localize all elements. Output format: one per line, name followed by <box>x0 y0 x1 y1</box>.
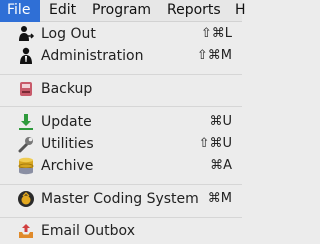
user-exit-icon <box>17 25 35 43</box>
menu-item-update[interactable]: Update ⌘U <box>0 110 242 134</box>
wrench-icon <box>17 135 35 153</box>
menu-bar: File Edit Program Reports H <box>0 0 246 22</box>
menu-separator <box>0 184 242 185</box>
menu-item-archive[interactable]: Archive ⌘A <box>0 154 242 178</box>
database-stack-icon <box>17 157 35 175</box>
menu-item-label: Log Out <box>41 26 96 42</box>
outbox-tray-icon <box>17 222 35 240</box>
menu-item-shortcut: ⌘A <box>210 158 232 173</box>
backup-drive-icon <box>17 80 35 98</box>
menu-separator <box>0 74 242 75</box>
menubar-help[interactable]: H <box>228 0 253 22</box>
menu-item-administration[interactable]: Administration ⇧⌘M <box>0 44 242 68</box>
menu-item-backup[interactable]: Backup <box>0 77 242 101</box>
menu-separator <box>0 217 242 218</box>
menu-item-label: Utilities <box>41 136 94 152</box>
menu-item-label: Master Coding System <box>41 191 199 207</box>
menu-item-email-outbox[interactable]: Email Outbox <box>0 219 242 243</box>
menu-item-label: Backup <box>41 81 93 97</box>
menu-item-shortcut: ⇧⌘U <box>198 136 232 151</box>
menu-item-utilities[interactable]: Utilities ⇧⌘U <box>0 132 242 156</box>
file-menu-dropdown: Log Out ⇧⌘L Administration ⇧⌘M Backup Up… <box>0 22 242 243</box>
menu-item-shortcut: ⇧⌘L <box>200 26 232 41</box>
menubar-file[interactable]: File <box>0 0 40 22</box>
menu-item-label: Update <box>41 114 92 130</box>
menubar-program[interactable]: Program <box>85 0 158 22</box>
menu-item-label: Administration <box>41 48 144 64</box>
menu-item-shortcut: ⇧⌘M <box>196 48 232 63</box>
menubar-reports[interactable]: Reports <box>160 0 228 22</box>
coding-badge-icon <box>17 190 35 208</box>
menu-item-shortcut: ⌘U <box>209 114 232 129</box>
menu-item-shortcut: ⌘M <box>207 191 232 206</box>
menu-item-master-coding-system[interactable]: Master Coding System ⌘M <box>0 187 242 211</box>
menu-item-label: Email Outbox <box>41 223 135 239</box>
admin-person-icon <box>17 47 35 65</box>
menu-item-log-out[interactable]: Log Out ⇧⌘L <box>0 22 242 46</box>
download-arrow-icon <box>17 113 35 131</box>
menu-separator <box>0 106 242 107</box>
menubar-edit[interactable]: Edit <box>42 0 83 22</box>
menu-item-label: Archive <box>41 158 94 174</box>
